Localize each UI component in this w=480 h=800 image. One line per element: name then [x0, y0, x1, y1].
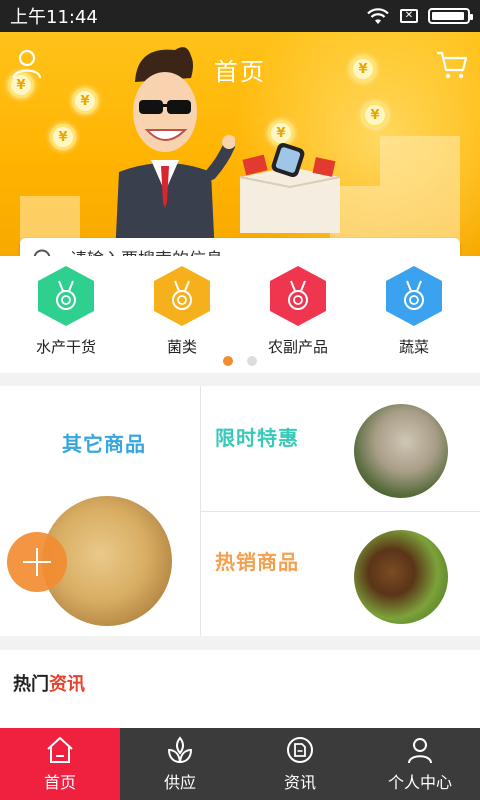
- cart-icon[interactable]: [436, 50, 468, 80]
- page-title: 首页: [214, 58, 266, 86]
- chestnut-image[interactable]: [354, 530, 448, 624]
- banner[interactable]: ¥ ¥ ¥ ¥ ¥ ¥ 首页: [0, 32, 480, 256]
- add-button[interactable]: [7, 532, 67, 592]
- status-icons: ✕: [366, 7, 473, 25]
- hot-news-heading: 热门资讯: [13, 670, 85, 696]
- category-hexagon: [270, 266, 326, 326]
- category-label: 菌类: [166, 338, 197, 356]
- page-dot[interactable]: [223, 356, 233, 366]
- flash-sale-title[interactable]: 限时特惠: [215, 422, 299, 451]
- category-item[interactable]: 农副产品: [248, 266, 348, 357]
- wifi-icon: [367, 8, 389, 24]
- medal-icon: [56, 280, 76, 310]
- status-time: 上午11:44: [10, 7, 98, 28]
- page-dot[interactable]: [247, 356, 257, 366]
- gift-box-illustration: [239, 142, 341, 233]
- bottom-nav: 首页 供应 资讯 个人中心: [0, 728, 480, 800]
- category-row: 水产干货 菌类 农副产品 蔬菜: [0, 256, 480, 373]
- nav-item-home[interactable]: 首页: [0, 728, 120, 800]
- news-icon: [287, 737, 313, 763]
- mushroom-image[interactable]: [354, 404, 448, 498]
- no-sim-icon: ✕: [400, 9, 418, 23]
- category-label: 蔬菜: [398, 338, 429, 356]
- person-icon: [408, 738, 432, 764]
- category-hexagon: [38, 266, 94, 326]
- nav-item-news[interactable]: 资讯: [240, 728, 360, 800]
- category-item[interactable]: 蔬菜: [364, 266, 464, 357]
- plus-icon: [23, 548, 51, 576]
- battery-icon: [428, 8, 473, 24]
- hot-news-heading-part1: 热门: [13, 674, 49, 695]
- hot-news-section: 热门资讯: [0, 650, 480, 728]
- medal-icon: [404, 280, 424, 310]
- battery-fill: [432, 12, 465, 20]
- medal-icon: [288, 280, 308, 310]
- other-products-title[interactable]: 其它商品: [62, 428, 146, 457]
- search-bar[interactable]: [20, 238, 460, 256]
- status-bar: 上午11:44 ✕: [0, 0, 480, 32]
- promo-grid: 其它商品 限时特惠 热销商品: [0, 386, 480, 636]
- category-item[interactable]: 菌类: [132, 266, 232, 357]
- hot-news-heading-part2: 资讯: [49, 674, 85, 695]
- hot-products-title[interactable]: 热销商品: [215, 546, 299, 575]
- coin-icon: ¥: [362, 102, 388, 128]
- home-icon: [47, 737, 73, 763]
- nav-label: 资讯: [283, 773, 316, 792]
- medal-icon: [172, 280, 192, 310]
- divider: [200, 511, 480, 512]
- nav-label: 个人中心: [387, 773, 452, 792]
- category-hexagon: [386, 266, 442, 326]
- nav-label: 首页: [43, 773, 76, 792]
- category-label: 水产干货: [35, 338, 96, 356]
- coin-icon: ¥: [50, 124, 76, 150]
- category-label: 农副产品: [267, 338, 328, 356]
- nav-item-profile[interactable]: 个人中心: [360, 728, 480, 800]
- nav-item-supply[interactable]: 供应: [120, 728, 240, 800]
- cartoon-businessman-illustration: [115, 47, 235, 256]
- nav-label: 供应: [163, 773, 196, 792]
- search-icon: [33, 249, 51, 256]
- page-indicator: [0, 356, 480, 366]
- leaf-icon: [167, 736, 193, 764]
- category-item[interactable]: 水产干货: [16, 266, 116, 357]
- category-hexagon: [154, 266, 210, 326]
